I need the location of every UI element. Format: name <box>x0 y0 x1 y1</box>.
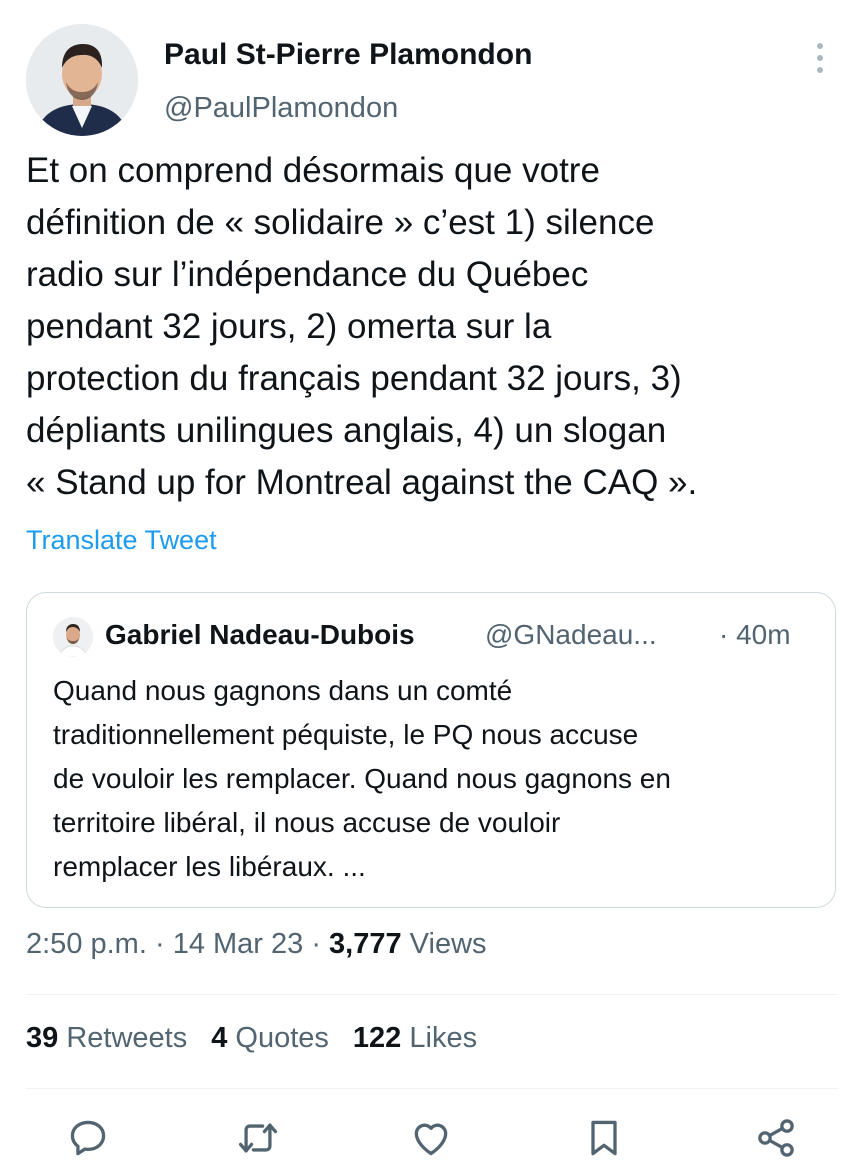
meta-separator: · <box>303 928 330 960</box>
tweet-text: Et on comprend désormais que votre défin… <box>26 151 698 502</box>
tweet-date[interactable]: 14 Mar 23 <box>173 928 304 960</box>
translate-tweet-link[interactable]: Translate Tweet <box>26 525 217 556</box>
bookmark-icon <box>582 1116 626 1160</box>
reply-icon <box>66 1116 110 1160</box>
divider <box>26 994 838 995</box>
author-avatar[interactable] <box>26 24 138 136</box>
like-icon <box>409 1116 453 1160</box>
like-button[interactable] <box>409 1116 453 1160</box>
divider <box>26 1088 838 1089</box>
more-options-icon[interactable] <box>810 40 830 76</box>
views-count: 3,777 <box>329 928 402 960</box>
likes-label: Likes <box>409 1022 478 1054</box>
quoted-author-name: Gabriel Nadeau-Dubois <box>105 619 415 650</box>
meta-separator: · <box>146 928 173 960</box>
retweets-count: 39 <box>26 1022 59 1054</box>
retweet-icon <box>236 1116 280 1160</box>
tweet-meta: 2:50 p.m. · 14 Mar 23 · 3,777 Views <box>26 928 487 961</box>
quotes-label: Quotes <box>235 1022 329 1054</box>
share-button[interactable] <box>754 1116 798 1160</box>
views-label: Views <box>401 928 487 960</box>
quoted-tweet-card[interactable]: Gabriel Nadeau-Dubois @GNadeau... · 40m … <box>26 592 836 908</box>
retweet-button[interactable] <box>236 1116 280 1160</box>
quoted-author-handle: @GNadeau... <box>485 619 657 650</box>
retweets-label: Retweets <box>66 1022 188 1054</box>
author-handle[interactable]: @PaulPlamondon <box>164 92 398 125</box>
retweets-stat[interactable]: 39 Retweets <box>26 1022 187 1055</box>
bookmark-button[interactable] <box>582 1116 626 1160</box>
likes-stat[interactable]: 122 Likes <box>353 1022 477 1055</box>
quotes-count: 4 <box>211 1022 228 1054</box>
author-name[interactable]: Paul St-Pierre Plamondon <box>164 38 532 72</box>
quoted-author-avatar <box>53 617 93 657</box>
tweet-time[interactable]: 2:50 p.m. <box>26 928 147 960</box>
reply-button[interactable] <box>66 1116 110 1160</box>
quoted-timestamp: · 40m <box>719 619 791 650</box>
engagement-stats: 39 Retweets 4 Quotes 122 Likes <box>26 1022 501 1055</box>
share-icon <box>754 1116 798 1160</box>
tweet: Paul St-Pierre Plamondon @PaulPlamondon … <box>0 0 863 1176</box>
quoted-tweet-text: Quand nous gagnons dans un comté traditi… <box>53 675 671 882</box>
quotes-stat[interactable]: 4 Quotes <box>211 1022 329 1055</box>
likes-count: 122 <box>352 1022 402 1054</box>
